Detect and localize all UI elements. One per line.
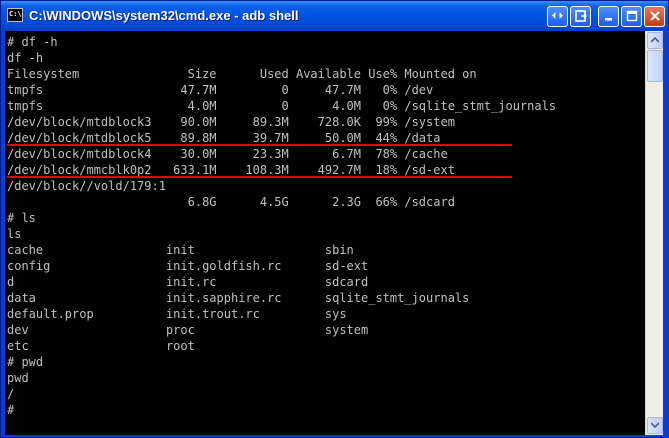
maximize-button[interactable] bbox=[621, 6, 642, 27]
console-line: /dev/block/mtdblock4 30.0M 23.3M 6.7M 78… bbox=[7, 147, 448, 161]
console-line: default.prop init.trout.rc sys bbox=[7, 307, 347, 321]
title-bar[interactable]: C:\ C:\WINDOWS\system32\cmd.exe - adb sh… bbox=[1, 1, 668, 31]
minimize-button[interactable] bbox=[598, 6, 619, 27]
console-line: etc root bbox=[7, 339, 195, 353]
console-line: cache init sbin bbox=[7, 243, 354, 257]
cmd-icon[interactable]: C:\ bbox=[7, 8, 23, 22]
window-title: C:\WINDOWS\system32\cmd.exe - adb shell bbox=[29, 8, 299, 23]
console-output: # df -h df -h Filesystem Size Used Availab… bbox=[7, 34, 556, 418]
console-area[interactable]: # df -h df -h Filesystem Size Used Availab… bbox=[5, 31, 645, 435]
console-line: /dev/block//vold/179:1 bbox=[7, 179, 166, 193]
console-line: 6.8G 4.5G 2.3G 66% /sdcard bbox=[7, 195, 455, 209]
close-button[interactable] bbox=[644, 6, 665, 27]
cmd-icon-text: C:\ bbox=[9, 10, 22, 18]
console-line: dev proc system bbox=[7, 323, 369, 337]
window-frame-right bbox=[663, 31, 669, 438]
console-line: # bbox=[7, 403, 15, 417]
console-line: config init.goldfish.rc sd-ext bbox=[7, 259, 369, 273]
scroll-down-icon[interactable] bbox=[647, 417, 663, 434]
console-line: tmpfs 47.7M 0 47.7M 0% /dev bbox=[7, 83, 434, 97]
console-line: ls bbox=[7, 227, 22, 241]
console-line: d init.rc sdcard bbox=[7, 275, 369, 289]
console-line: pwd bbox=[7, 371, 29, 385]
console-line: data init.sapphire.rc sqlite_stmt_journa… bbox=[7, 291, 470, 305]
console-line: # pwd bbox=[7, 355, 44, 369]
highlight-line-data bbox=[7, 144, 512, 146]
window-snap-icon[interactable] bbox=[570, 6, 591, 27]
console-line: Filesystem Size Used Available Use% Moun… bbox=[7, 67, 477, 81]
restore-down-icon[interactable] bbox=[547, 6, 568, 27]
console-line: /dev/block/mtdblock3 90.0M 89.3M 728.0K … bbox=[7, 115, 455, 129]
vertical-scrollbar[interactable] bbox=[645, 31, 663, 435]
console-line: tmpfs 4.0M 0 4.0M 0% /sqlite_stmt_journa… bbox=[7, 99, 557, 113]
scrollbar-thumb[interactable] bbox=[647, 50, 663, 82]
console-line: # df -h bbox=[7, 35, 58, 49]
console-line: df -h bbox=[7, 51, 44, 65]
console-line: / bbox=[7, 387, 15, 401]
highlight-line-sd-ext bbox=[7, 176, 512, 178]
scroll-up-icon[interactable] bbox=[647, 32, 663, 49]
cmd-window: C:\ C:\WINDOWS\system32\cmd.exe - adb sh… bbox=[0, 0, 669, 438]
console-line: # ls bbox=[7, 211, 36, 225]
